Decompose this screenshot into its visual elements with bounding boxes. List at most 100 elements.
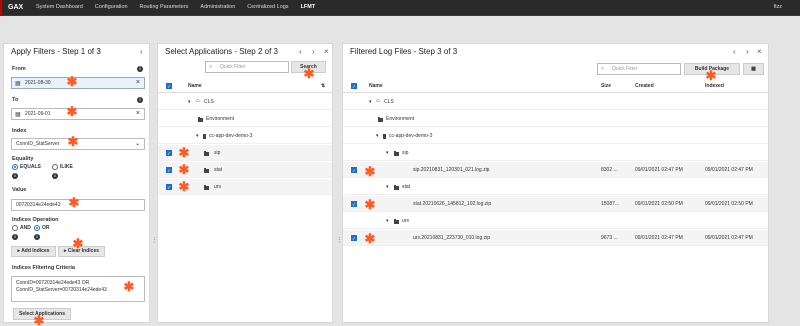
table-header: ✓ Name ⇅ <box>158 79 332 93</box>
annotation-marker-icon: ✱ <box>364 231 376 246</box>
nav-lfmt[interactable]: LFMT <box>295 4 322 10</box>
radio-ilike[interactable]: ILIKE <box>52 164 73 170</box>
clear-icon[interactable]: × <box>136 109 140 119</box>
chevron-right-icon[interactable]: › <box>746 47 749 56</box>
nav-routing-parameters[interactable]: Routing Parameters <box>134 4 195 10</box>
info-icon[interactable]: i <box>137 97 143 103</box>
expand-icon[interactable]: ▾ <box>369 99 372 105</box>
chevron-left-icon[interactable]: ‹ <box>733 47 736 56</box>
search-icon: ⌕ <box>209 64 213 70</box>
table-row[interactable]: ▾ cc-app-dev-demo-3 <box>343 128 768 144</box>
radio-and[interactable]: AND <box>12 225 31 231</box>
expand-icon[interactable]: ▾ <box>386 150 389 156</box>
nav-configuration[interactable]: Configuration <box>89 4 134 10</box>
close-icon[interactable]: × <box>757 47 762 56</box>
chevron-left-icon[interactable]: ‹ <box>299 47 302 56</box>
radio-or[interactable]: OR <box>34 225 50 231</box>
to-date-value: 2021-09-01 <box>25 111 51 117</box>
row-label: CLS <box>204 99 214 105</box>
table-row[interactable]: ✓ sip.20210831_120301_021.log.zip 8302 .… <box>343 162 768 178</box>
table-row[interactable]: ▾ ⌂ CLS <box>158 94 332 110</box>
column-created[interactable]: Created <box>635 83 654 89</box>
bank-icon: ⌂ <box>376 98 380 104</box>
columns-icon[interactable]: ▦ <box>743 63 764 75</box>
top-navigation-bar: GAX System Dashboard Configuration Routi… <box>0 0 800 16</box>
expand-icon[interactable]: ▾ <box>386 218 389 224</box>
side-accent-line <box>0 0 2 16</box>
quick-filter-placeholder: Quick Filter <box>612 66 638 72</box>
radio-or-label: OR <box>42 225 50 231</box>
calendar-icon[interactable]: ▦ <box>15 79 21 89</box>
annotation-marker-icon: ✱ <box>303 66 315 81</box>
chevron-right-icon[interactable]: › <box>312 47 315 56</box>
column-indexed[interactable]: Indexed <box>705 83 724 89</box>
column-size[interactable]: Size <box>601 83 611 89</box>
clear-icon[interactable]: × <box>136 78 140 88</box>
table-row[interactable]: ▾ urs <box>343 213 768 229</box>
row-checkbox[interactable]: ✓ <box>351 167 357 173</box>
select-all-checkbox[interactable]: ✓ <box>351 83 357 89</box>
file-created: 09/01/2021 02:47 PM <box>635 235 683 241</box>
bank-icon: ⌂ <box>196 98 200 104</box>
info-icon[interactable]: i <box>52 173 58 179</box>
expand-icon[interactable]: ▾ <box>376 133 379 139</box>
row-checkbox[interactable]: ✓ <box>166 184 172 190</box>
radio-unselected-icon[interactable] <box>12 225 18 231</box>
sort-icon[interactable]: ⇅ <box>321 83 325 89</box>
row-label: Environment <box>206 116 235 122</box>
to-date-field[interactable]: ▦ 2021-09-01 × <box>11 108 145 120</box>
row-checkbox[interactable]: ✓ <box>166 167 172 173</box>
column-name[interactable]: Name <box>188 83 202 89</box>
close-icon[interactable]: × <box>324 47 329 56</box>
row-checkbox[interactable]: ✓ <box>351 201 357 207</box>
calendar-icon[interactable]: ▦ <box>15 110 21 120</box>
info-icon[interactable]: i <box>12 234 18 240</box>
table-row[interactable]: ✓ urs.20210831_223730_010.log.zip 9673 .… <box>343 230 768 246</box>
app-brand[interactable]: GAX <box>8 4 23 11</box>
nav-administration[interactable]: Administration <box>194 4 241 10</box>
chevron-down-icon[interactable]: ⌄ <box>135 139 140 149</box>
info-icon[interactable]: i <box>34 234 40 240</box>
table-row[interactable]: ▾ cc-app-dev-demo-3 <box>158 128 332 144</box>
radio-unselected-icon[interactable] <box>52 164 58 170</box>
expand-icon[interactable]: ▾ <box>196 133 199 139</box>
nav-centralized-logs[interactable]: Centralized Logs <box>241 4 294 10</box>
table-row[interactable]: Environment <box>343 111 768 127</box>
table-row[interactable]: ▾ sip <box>343 145 768 161</box>
table-row[interactable]: ✓ stat.20210626_145812_102.log.zip 15087… <box>343 196 768 212</box>
radio-and-label: AND <box>20 225 31 231</box>
info-icon[interactable]: i <box>12 173 18 179</box>
user-menu[interactable]: fizz <box>774 4 782 10</box>
row-label: Environment <box>386 116 415 122</box>
radio-equals[interactable]: EQUALS <box>12 164 41 170</box>
expand-icon[interactable]: ▾ <box>188 99 191 105</box>
table-row[interactable]: ▾ ⌂ CLS <box>343 94 768 110</box>
table-row[interactable]: Environment <box>158 111 332 127</box>
main-nav: System Dashboard Configuration Routing P… <box>30 4 321 10</box>
nav-system-dashboard[interactable]: System Dashboard <box>30 4 89 10</box>
radio-selected-icon[interactable] <box>34 225 40 231</box>
row-checkbox[interactable]: ✓ <box>351 235 357 241</box>
annotation-marker-icon: ✱ <box>705 68 717 83</box>
row-label: cc-app-dev-demo-3 <box>209 133 253 139</box>
row-label: stat <box>402 184 411 190</box>
file-indexed: 09/01/2021 02:50 PM <box>705 201 753 207</box>
add-indices-button[interactable]: ▸ Add Indices <box>11 246 56 257</box>
table-row[interactable]: ▾ stat <box>343 179 768 195</box>
collapse-left-icon[interactable]: ‹ <box>140 47 143 56</box>
file-size: 15087... <box>601 201 620 207</box>
filtered-log-files-panel: Filtered Log Files - Step 3 of 3 ‹ › × ⌕… <box>342 43 769 323</box>
to-label: To <box>12 97 19 103</box>
row-checkbox[interactable]: ✓ <box>166 150 172 156</box>
criteria-line: ConnID_StatServer=00720314e24ede43 <box>16 286 107 293</box>
info-icon[interactable]: i <box>137 66 143 72</box>
quick-filter-input[interactable]: ⌕ Quick Filter <box>597 63 681 75</box>
radio-selected-icon[interactable] <box>12 164 18 170</box>
select-all-checkbox[interactable]: ✓ <box>166 83 172 89</box>
expand-icon[interactable]: ▾ <box>386 184 389 190</box>
indices-operation-label: Indices Operation <box>12 217 59 223</box>
column-name[interactable]: Name <box>369 83 383 89</box>
from-date-field[interactable]: ▦ 2021-08-30 × <box>11 77 145 89</box>
quick-filter-input[interactable]: ⌕ Quick Filter <box>205 61 289 73</box>
criteria-label: Indices Filtering Criteria <box>12 265 75 271</box>
